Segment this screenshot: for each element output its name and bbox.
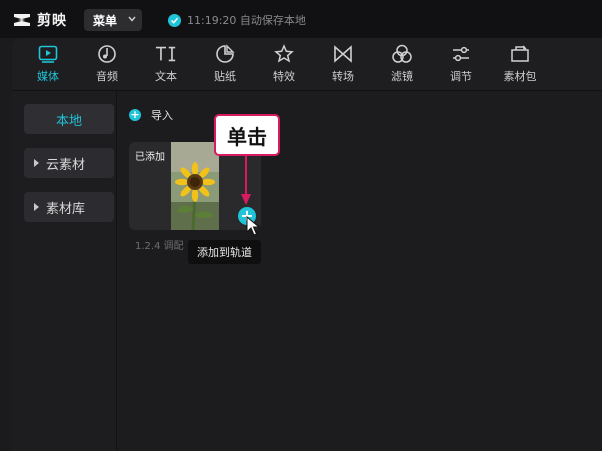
tool-label: 文本	[155, 70, 177, 83]
tool-label: 媒体	[37, 70, 59, 83]
tool-label: 音频	[96, 70, 118, 83]
tool-label: 转场	[332, 70, 354, 83]
mouse-cursor-icon	[246, 216, 260, 236]
adjust-sliders-icon	[450, 43, 472, 65]
media-panel: + 导入 已添加 1.2.4 调配	[117, 91, 602, 451]
added-badge: 已添加	[135, 152, 165, 163]
sidebar-item-label: 本地	[55, 113, 82, 129]
menu-button[interactable]: 菜单	[84, 9, 142, 31]
plus-icon: +	[129, 108, 141, 121]
media-sidebar: 本地 云素材 素材库	[12, 91, 117, 451]
capcut-logo-icon	[14, 14, 30, 26]
audio-icon	[96, 43, 118, 65]
sidebar-item-cloud[interactable]: 云素材	[24, 148, 114, 178]
check-icon	[168, 13, 181, 27]
tooltip-text: 添加到轨道	[197, 246, 252, 259]
sidebar-item-label: 云素材	[46, 157, 86, 173]
tool-filter[interactable]: 滤镜	[378, 43, 426, 87]
effects-star-icon	[273, 43, 295, 65]
tool-label: 特效	[273, 70, 295, 83]
click-callout: 单击	[214, 114, 280, 156]
tool-effects[interactable]: 特效	[260, 43, 308, 87]
caret-right-icon	[34, 159, 39, 167]
text-icon	[155, 43, 177, 65]
chevron-down-icon	[128, 16, 136, 22]
tool-label: 素材包	[503, 70, 537, 83]
sticker-icon	[214, 43, 236, 65]
tool-label: 滤镜	[391, 70, 413, 83]
tool-label: 调节	[450, 70, 472, 83]
sidebar-item-library[interactable]: 素材库	[24, 192, 114, 222]
filter-icon	[391, 43, 413, 65]
tool-sticker[interactable]: 贴纸	[201, 43, 249, 87]
sunflower-thumbnail	[171, 142, 219, 230]
tool-audio[interactable]: 音频	[83, 43, 131, 87]
title-bar: 剪映 菜单 11:19:20 自动保存本地	[0, 0, 602, 38]
autosave-text: 11:19:20 自动保存本地	[187, 14, 306, 27]
main-toolbar: 媒体 音频 文本 贴纸 特效 转场 滤镜 调节 素材包	[12, 38, 602, 91]
tool-label: 贴纸	[214, 70, 236, 83]
import-label: 导入	[151, 109, 173, 122]
tool-transition[interactable]: 转场	[319, 43, 367, 87]
tool-text[interactable]: 文本	[142, 43, 190, 87]
add-to-track-tooltip: 添加到轨道	[188, 240, 261, 264]
tool-adjust[interactable]: 调节	[437, 43, 485, 87]
media-file-name: 1.2.4 调配	[135, 241, 184, 252]
app-name: 剪映	[37, 13, 67, 29]
callout-text: 单击	[227, 124, 267, 149]
app-logo: 剪映	[12, 10, 67, 30]
tool-material-pack[interactable]: 素材包	[496, 43, 544, 87]
media-play-icon	[37, 43, 59, 65]
sidebar-item-label: 素材库	[46, 201, 86, 217]
autosave-status: 11:19:20 自动保存本地	[168, 12, 306, 28]
callout-arrow-icon	[241, 156, 251, 205]
caret-right-icon	[34, 203, 39, 211]
sidebar-item-local[interactable]: 本地	[24, 104, 114, 134]
import-button[interactable]: + 导入	[129, 105, 173, 125]
transition-icon	[332, 43, 354, 65]
material-pack-icon	[509, 43, 531, 65]
tool-media[interactable]: 媒体	[24, 43, 72, 87]
menu-label: 菜单	[93, 13, 118, 28]
